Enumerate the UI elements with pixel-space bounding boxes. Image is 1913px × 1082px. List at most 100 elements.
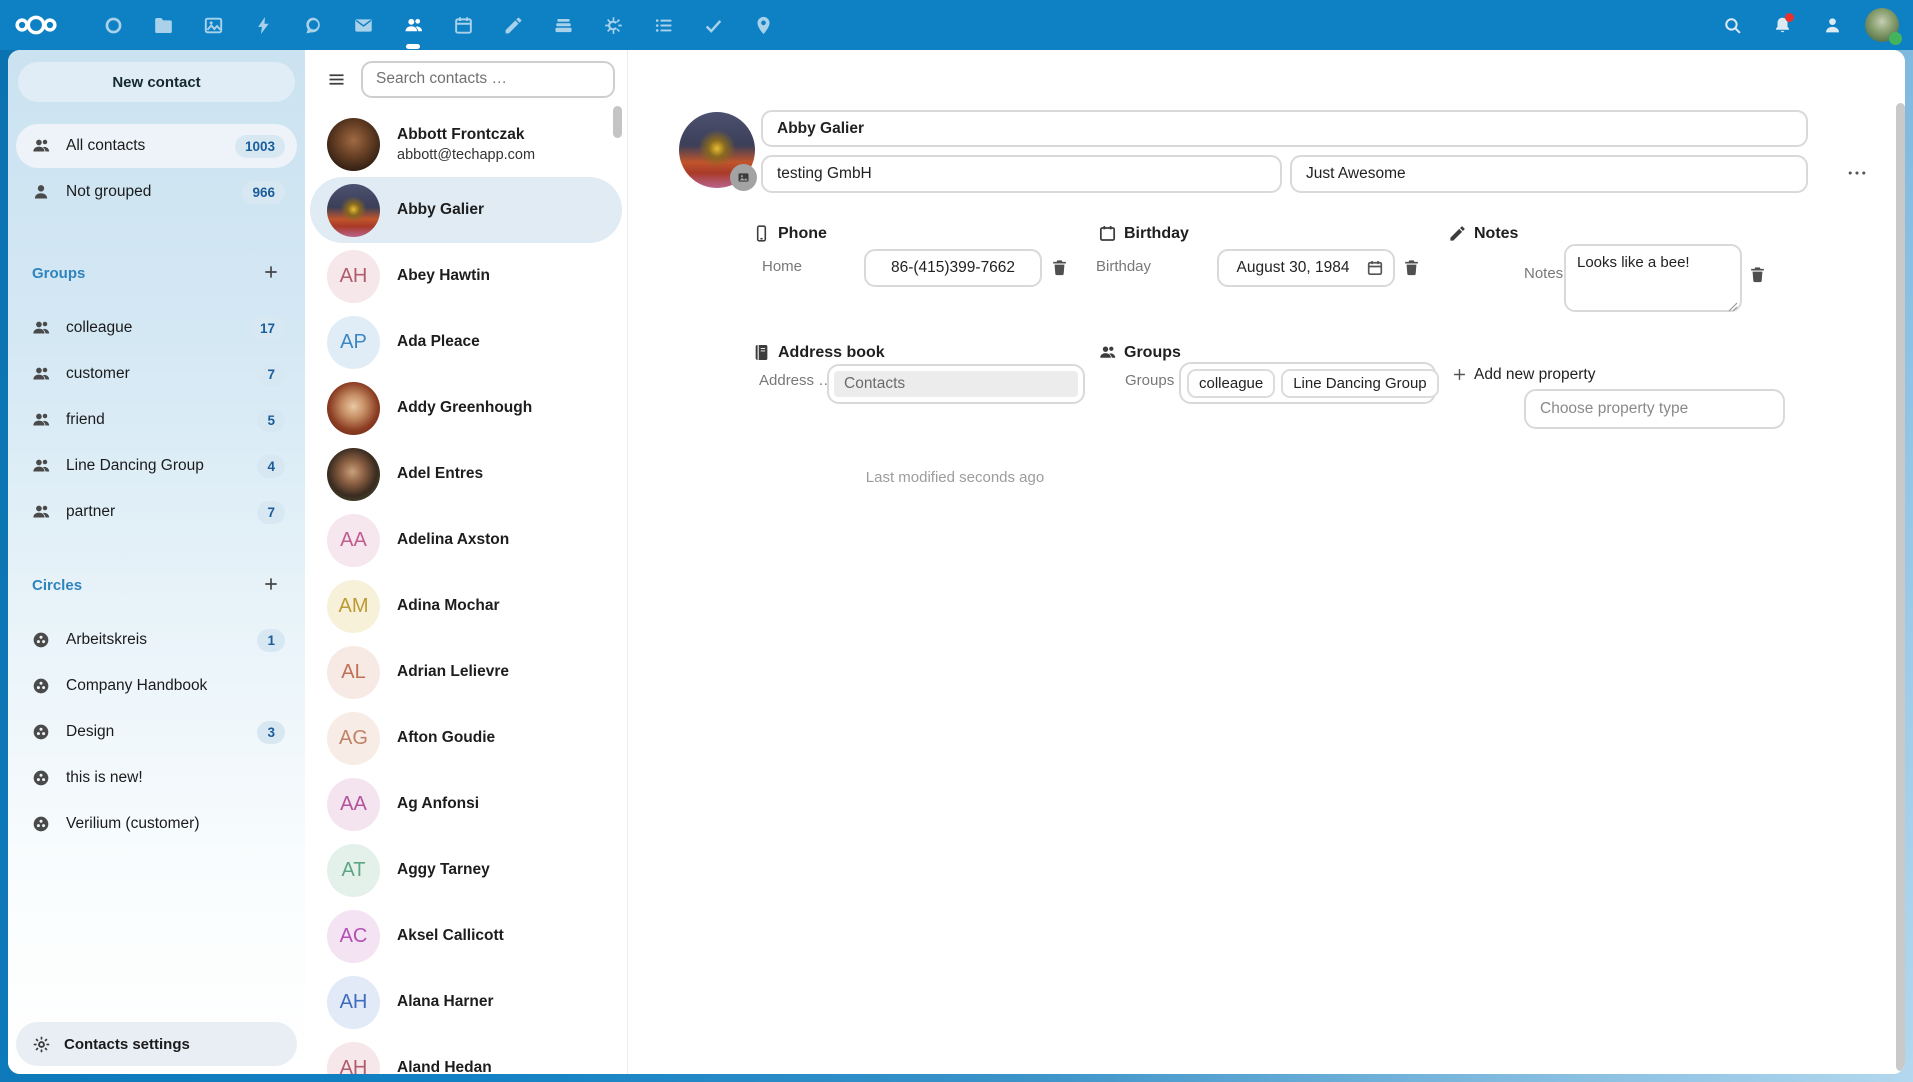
choose-property-type-select[interactable]: Choose property type [1524, 389, 1785, 429]
contact-list-item[interactable]: AHAlana Harner [310, 969, 622, 1035]
add-circles-icon[interactable] [261, 574, 283, 596]
app-tasks-icon[interactable] [688, 0, 738, 50]
contact-name: Adel Entres [397, 464, 483, 483]
count-badge: 17 [250, 317, 285, 340]
contact-list-item[interactable]: ALAdrian Lelievre [310, 639, 622, 705]
sidebar-item-label: Company Handbook [66, 677, 207, 695]
sidebar-item-line-dancing-group[interactable]: Line Dancing Group4 [16, 444, 297, 488]
contact-list-item[interactable]: Adel Entres [310, 441, 622, 507]
section-header-circles: Circles [32, 574, 283, 596]
groups-select[interactable]: colleagueLine Dancing Group [1179, 362, 1436, 404]
contact-list-item[interactable]: Abby Galier [310, 177, 622, 243]
resize-handle[interactable] [1728, 299, 1738, 309]
notification-badge [1785, 13, 1794, 22]
sidebar-item-all-contacts[interactable]: All contacts1003 [16, 124, 297, 168]
count-badge: 4 [257, 455, 285, 478]
app-notes-icon[interactable] [488, 0, 538, 50]
nextcloud-logo-icon[interactable] [0, 0, 72, 50]
contact-list-item[interactable]: AGAfton Goudie [310, 705, 622, 771]
job-title-input[interactable] [1290, 155, 1808, 193]
contact-list-item[interactable]: AT Aggy Tarney [310, 837, 622, 903]
contact-list-item[interactable]: Abbott Frontczakabbott@techapp.com [310, 111, 622, 177]
app-talk-icon[interactable] [288, 0, 338, 50]
contact-list-item[interactable]: AMAdina Mochar [310, 573, 622, 639]
contact-list-item[interactable]: AAAdelina Axston [310, 507, 622, 573]
sidebar-item-partner[interactable]: partner7 [16, 490, 297, 534]
avatar[interactable] [1865, 8, 1899, 42]
contact-list-item[interactable]: AAAg Anfonsi [310, 771, 622, 837]
contact-avatar: AC [327, 910, 380, 963]
sidebar-item-friend[interactable]: friend5 [16, 398, 297, 442]
page-scrollbar[interactable] [1896, 103, 1905, 1071]
delete-phone-icon[interactable] [1050, 258, 1069, 277]
sidebar-item-company-handbook[interactable]: Company Handbook [16, 664, 297, 708]
circle-icon [31, 630, 51, 650]
phone-type-label[interactable]: Home [762, 258, 802, 275]
sidebar-item-verilium-customer-[interactable]: Verilium (customer) [16, 802, 297, 846]
contact-list-item[interactable]: AHAbey Hawtin [310, 243, 622, 309]
sidebar-item-customer[interactable]: customer7 [16, 352, 297, 396]
app-dashboard-icon[interactable] [88, 0, 138, 50]
sidebar-item-arbeitskreis[interactable]: Arbeitskreis1 [16, 618, 297, 662]
app-deck-icon[interactable] [538, 0, 588, 50]
app-contacts-icon[interactable] [388, 0, 438, 50]
sidebar-item-label: colleague [66, 319, 132, 337]
user-menu[interactable] [1857, 0, 1907, 50]
section-label: Groups [32, 265, 85, 282]
circle-icon [31, 676, 51, 696]
sidebar-item-this-is-new-[interactable]: this is new! [16, 756, 297, 800]
contact-avatar [327, 382, 380, 435]
birthday-type-label[interactable]: Birthday [1096, 258, 1151, 275]
sidebar-item-label: Not grouped [66, 183, 151, 201]
app-tasks-list-icon[interactable] [638, 0, 688, 50]
contact-avatar: AH [327, 976, 380, 1029]
pencil-icon [1448, 224, 1467, 243]
app-photos-icon[interactable] [188, 0, 238, 50]
phone-value-input[interactable] [864, 249, 1042, 287]
contact-list-item[interactable]: AHAland Hedan [310, 1035, 622, 1074]
contacts-settings-button[interactable]: Contacts settings [16, 1022, 297, 1066]
contact-list-pane: Abbott Frontczakabbott@techapp.comAbby G… [305, 50, 627, 1074]
contact-list-item[interactable]: ACAksel Callicott [310, 903, 622, 969]
contact-avatar [327, 118, 380, 171]
delete-notes-icon[interactable] [1748, 265, 1767, 284]
contact-avatar: AP [327, 316, 380, 369]
list-menu-icon[interactable] [319, 62, 353, 96]
app-maps-icon[interactable] [738, 0, 788, 50]
birthday-value-input[interactable] [1217, 249, 1395, 287]
notifications-icon[interactable] [1757, 0, 1807, 50]
contact-avatar: AT [327, 844, 380, 897]
contacts-menu-icon[interactable] [1807, 0, 1857, 50]
circle-icon [31, 768, 51, 788]
actions-menu-icon[interactable] [1840, 156, 1874, 190]
sidebar-item-design[interactable]: Design3 [16, 710, 297, 754]
display-name-input[interactable] [761, 110, 1808, 147]
add-new-property-button[interactable]: Add new property [1450, 365, 1596, 384]
edit-photo-button[interactable] [730, 164, 757, 191]
app-collectives-icon[interactable] [588, 0, 638, 50]
sidebar-item-label: All contacts [66, 137, 145, 155]
group-tag[interactable]: Line Dancing Group [1281, 369, 1438, 398]
contact-list-item[interactable]: APAda Pleace [310, 309, 622, 375]
add-groups-icon[interactable] [261, 262, 283, 284]
contact-name: Afton Goudie [397, 728, 495, 747]
contact-avatar: AM [327, 580, 380, 633]
contact-name: Aggy Tarney [397, 860, 490, 879]
delete-birthday-icon[interactable] [1402, 258, 1421, 277]
app-activity-icon[interactable] [238, 0, 288, 50]
new-contact-button[interactable]: New contact [18, 62, 295, 102]
sidebar-item-colleague[interactable]: colleague 17 [16, 306, 297, 350]
sidebar-item-label: Arbeitskreis [66, 631, 147, 649]
notes-textarea[interactable] [1564, 244, 1742, 312]
sidebar-item-not-grouped[interactable]: Not grouped966 [16, 170, 297, 214]
app-files-icon[interactable] [138, 0, 188, 50]
list-scrollbar[interactable] [613, 106, 622, 138]
organisation-input[interactable] [761, 155, 1282, 193]
addressbook-select[interactable]: Contacts [827, 364, 1085, 404]
search-icon[interactable] [1707, 0, 1757, 50]
search-contacts-input[interactable] [361, 61, 615, 98]
group-tag[interactable]: colleague [1187, 369, 1275, 398]
app-calendar-icon[interactable] [438, 0, 488, 50]
app-mail-icon[interactable] [338, 0, 388, 50]
contact-list-item[interactable]: Addy Greenhough [310, 375, 622, 441]
